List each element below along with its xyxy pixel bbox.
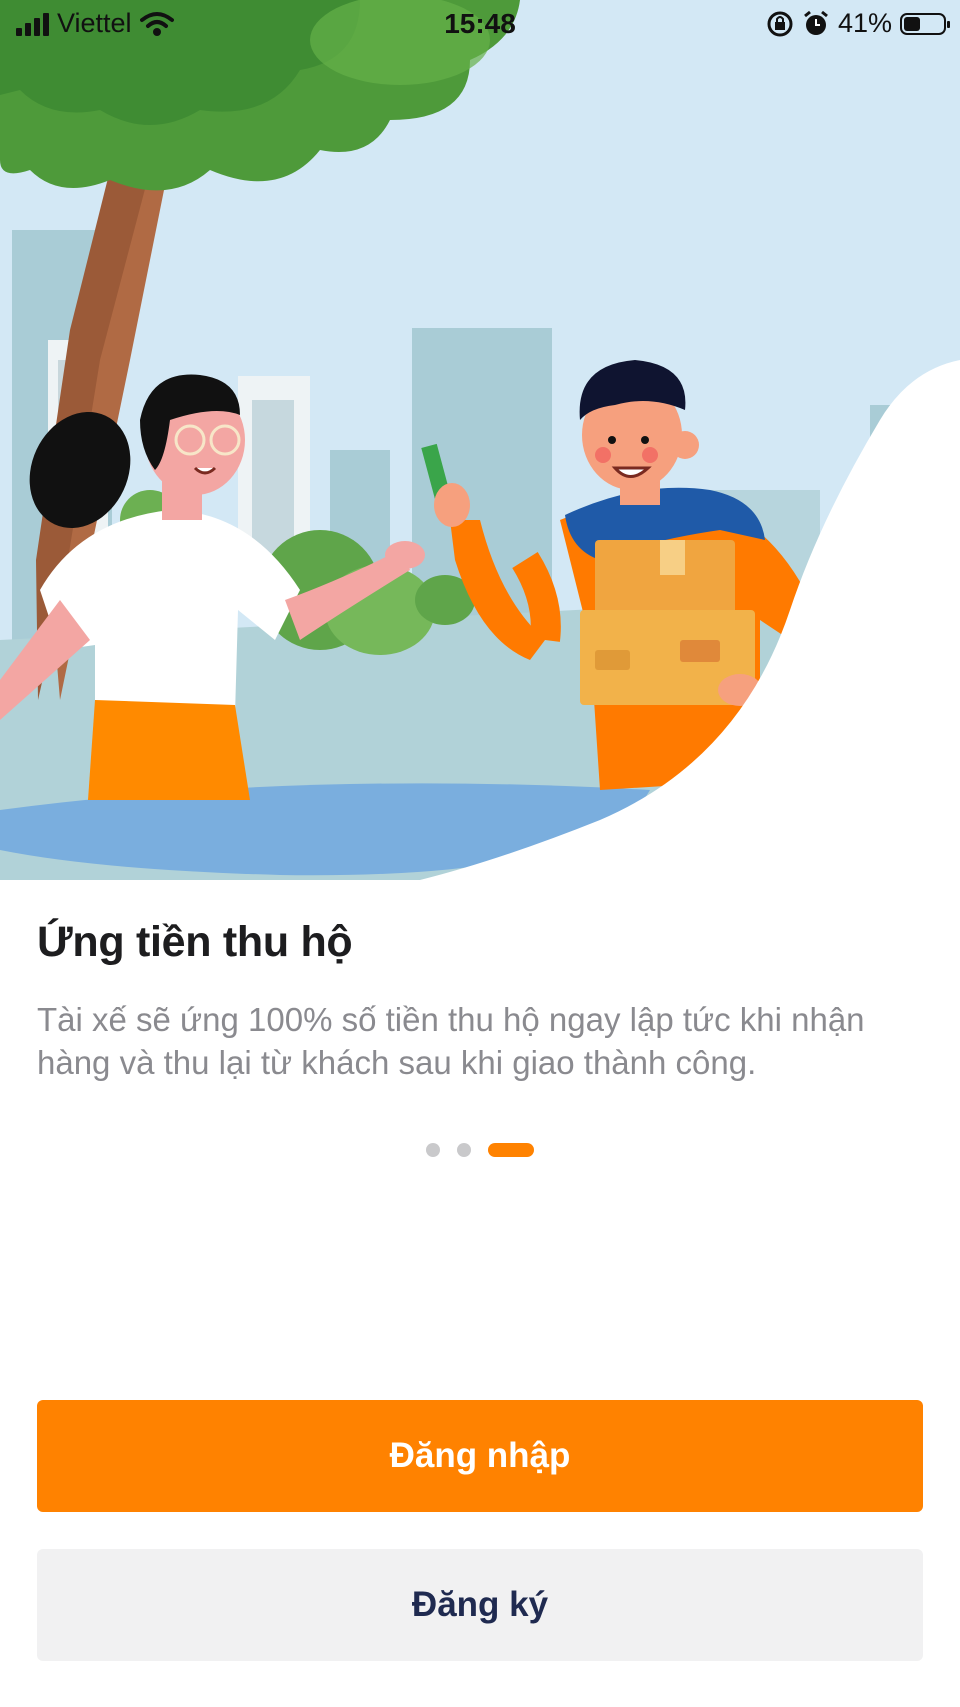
battery-level <box>904 16 920 31</box>
login-button[interactable]: Đăng nhập <box>37 1400 923 1512</box>
onboarding-illustration <box>0 0 960 880</box>
battery-percent: 41% <box>837 8 892 38</box>
battery-icon <box>900 12 950 35</box>
status-right: 41% <box>766 8 950 39</box>
page-dot[interactable] <box>426 1143 440 1157</box>
alarm-icon <box>804 10 828 35</box>
register-button[interactable]: Đăng ký <box>37 1549 923 1661</box>
onboarding-title: Ứng tiền thu hộ <box>37 918 353 966</box>
page-dot-active[interactable] <box>488 1143 534 1157</box>
page-indicator[interactable] <box>0 1143 960 1157</box>
status-bar: Viettel 15:48 41% <box>0 0 960 50</box>
page-dot[interactable] <box>457 1143 471 1157</box>
onboarding-description: Tài xế sẽ ứng 100% số tiền thu hộ ngay l… <box>37 1001 865 1081</box>
orientation-lock-icon <box>767 11 793 36</box>
